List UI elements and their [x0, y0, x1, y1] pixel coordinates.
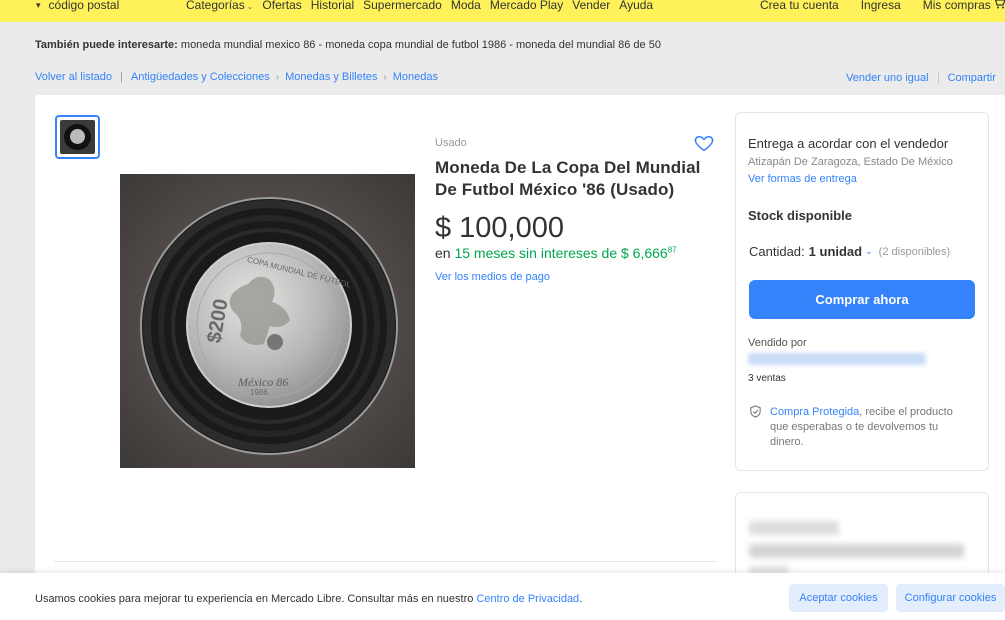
login-link[interactable]: Ingresa: [861, 0, 901, 12]
coin-photo: $200 México 86 1986 COPA MUNDIAL DE FUTB…: [120, 174, 415, 468]
location-selector[interactable]: ▾ código postal: [36, 0, 119, 12]
nav-supermercado[interactable]: Supermercado: [363, 0, 442, 12]
installments-text: 15 meses sin intereses de $ 6,666: [454, 245, 668, 261]
nav-label: Categorías: [186, 0, 245, 12]
installments-prefix: en: [435, 245, 451, 261]
sold-by-label: Vendido por: [748, 337, 807, 349]
thumbnail-coin-photo: [60, 120, 95, 154]
chevron-right-icon: ›: [383, 71, 387, 83]
location-label: código postal: [48, 0, 120, 12]
blurred-text: [749, 521, 839, 535]
price-value: 100,000: [459, 212, 564, 244]
payment-methods-link[interactable]: Ver los medios de pago: [435, 271, 550, 283]
shield-icon: [749, 405, 762, 418]
share-link[interactable]: Compartir: [948, 72, 996, 84]
quantity-available: (2 disponibles): [878, 245, 951, 258]
related-searches-items[interactable]: moneda mundial mexico 86 - moneda copa m…: [181, 39, 661, 51]
coin-text-bottom: México 86: [237, 375, 288, 389]
cookie-text: Usamos cookies para mejorar tu experienc…: [35, 593, 474, 605]
thumbnail-coin: [70, 129, 85, 144]
related-searches-label: También puede interesarte:: [35, 39, 178, 51]
breadcrumb: Volver al listado | Antigüedades y Colec…: [35, 71, 438, 83]
price-currency: $: [435, 212, 452, 244]
blurred-text: [749, 544, 964, 558]
breadcrumb-divider: |: [120, 71, 123, 83]
product-condition: Usado: [435, 137, 467, 149]
coin-year: 1986: [250, 388, 268, 397]
cookie-text-end: .: [579, 593, 583, 605]
account-nav: Crea tu cuenta Ingresa Mis compras: [760, 0, 991, 12]
seller-name-blurred[interactable]: [748, 353, 926, 365]
nav-historial[interactable]: Historial: [311, 0, 354, 12]
cookie-message: Usamos cookies para mejorar tu experienc…: [35, 593, 582, 605]
quantity-selector[interactable]: Cantidad: 1 unidad ⌄ (2 disponibles): [749, 244, 950, 259]
quantity-value: 1 unidad: [808, 244, 863, 259]
nav-mercado-play[interactable]: Mercado Play: [490, 0, 563, 12]
top-header: ▾ código postal Categorías ⌄ Ofertas Hist…: [0, 0, 1005, 22]
breadcrumb-item[interactable]: Antigüedades y Colecciones: [131, 71, 270, 83]
protected-purchase-link[interactable]: Compra Protegida: [770, 406, 859, 418]
product-main-image[interactable]: $200 México 86 1986 COPA MUNDIAL DE FUTB…: [120, 174, 415, 468]
purchase-protection: Compra Protegida, recibe el producto que…: [770, 405, 970, 450]
content-divider: [54, 561, 716, 562]
breadcrumb-item[interactable]: Monedas: [393, 71, 438, 83]
seller-sales: 3 ventas: [748, 373, 786, 384]
installments-cents: 87: [667, 245, 677, 255]
chevron-down-icon: ⌄: [865, 246, 873, 256]
chevron-right-icon: ›: [275, 71, 280, 83]
chevron-down-icon: ⌄: [246, 2, 254, 11]
shipping-title: Entrega a acordar con el vendedor: [748, 136, 949, 151]
page-actions: Vender uno igual Compartir: [846, 72, 996, 84]
location-pin-icon: ▾: [36, 0, 41, 10]
cookie-banner: Usamos cookies para mejorar tu experienc…: [0, 573, 1005, 620]
main-nav: Categorías ⌄ Ofertas Historial Supermerca…: [186, 0, 653, 12]
sell-same-link[interactable]: Vender uno igual: [846, 72, 929, 84]
product-title: Moneda De La Copa Del Mundial De Futbol …: [435, 158, 701, 199]
nav-vender[interactable]: Vender: [572, 0, 610, 12]
nav-ayuda[interactable]: Ayuda: [619, 0, 653, 12]
cart-icon[interactable]: [992, 0, 1005, 12]
heart-icon[interactable]: [693, 132, 715, 154]
breadcrumb-item[interactable]: Monedas y Billetes: [285, 71, 377, 83]
nav-ofertas[interactable]: Ofertas: [262, 0, 301, 12]
accept-cookies-button[interactable]: Aceptar cookies: [789, 584, 888, 612]
create-account-link[interactable]: Crea tu cuenta: [760, 0, 839, 12]
configure-cookies-button[interactable]: Configurar cookies: [896, 584, 1005, 612]
product-price: $ 100,000: [435, 212, 564, 245]
privacy-center-link[interactable]: Centro de Privacidad: [476, 593, 579, 605]
my-purchases-link[interactable]: Mis compras: [923, 0, 991, 12]
back-to-list-link[interactable]: Volver al listado: [35, 71, 112, 83]
stock-status: Stock disponible: [748, 208, 853, 223]
related-searches: También puede interesarte: moneda mundia…: [35, 39, 661, 51]
shipping-location: Atizapán De Zaragoza, Estado De México: [748, 156, 953, 168]
nav-moda[interactable]: Moda: [451, 0, 481, 12]
action-divider: [937, 72, 939, 84]
buy-now-button[interactable]: Comprar ahora: [749, 280, 975, 319]
nav-categorias[interactable]: Categorías ⌄: [186, 0, 253, 12]
installments: en 15 meses sin intereses de $ 6,66687: [435, 245, 677, 261]
quantity-label: Cantidad:: [749, 244, 805, 259]
thumbnail-image[interactable]: [55, 115, 100, 159]
shipping-options-link[interactable]: Ver formas de entrega: [748, 173, 857, 185]
